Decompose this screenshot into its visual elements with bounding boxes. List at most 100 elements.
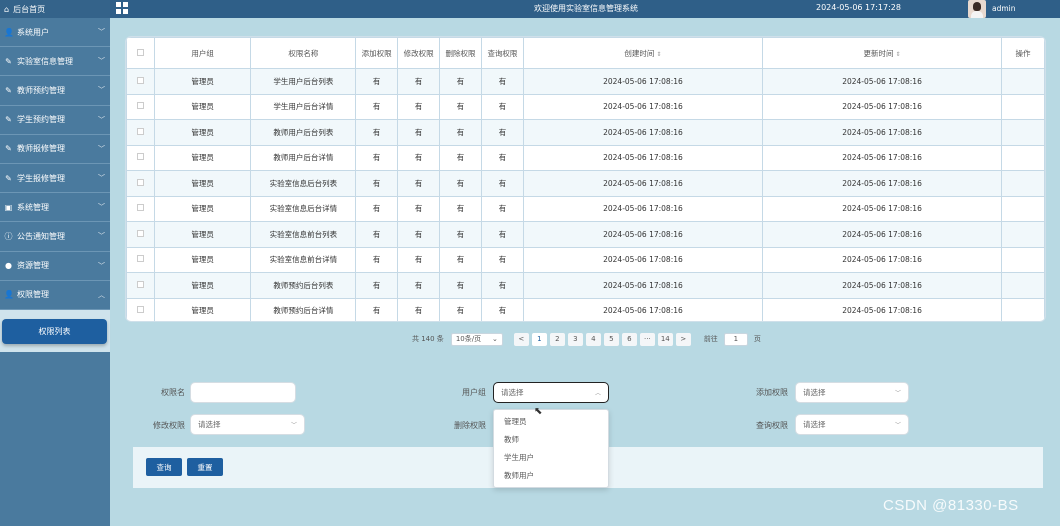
sidebar-item-2[interactable]: ✎ 教师预约管理 ﹀ (0, 76, 110, 106)
chevron-down-icon: ﹀ (98, 57, 105, 66)
row-actions-cell[interactable] (1001, 93, 1045, 120)
table-row[interactable]: 管理员 学生用户后台列表有有有有 2024-05-06 17:08:16 2024-0… (126, 68, 1045, 95)
table-row[interactable]: 管理员 教师用户后台列表有有有有 2024-05-06 17:08:16 2024-0… (126, 119, 1045, 146)
row-checkbox[interactable] (136, 178, 144, 186)
table-row[interactable]: 管理员 实验室信息后台详情有有有有 2024-05-06 17:08:16 2024-… (126, 195, 1045, 222)
row-actions-cell[interactable] (1001, 297, 1045, 321)
sidebar-item-label: 教师报修管理 (17, 144, 65, 154)
row-select-cell[interactable] (126, 272, 155, 299)
table-cell: 教师用户后台详情 (250, 144, 357, 171)
table-row[interactable]: 管理员 教师预约后台列表有有有有 2024-05-06 17:08:16 2024-0… (126, 272, 1045, 299)
dropdown-option[interactable]: 管理员 (494, 413, 608, 431)
dropdown-option[interactable]: 学生用户 (494, 449, 608, 467)
username[interactable]: admin (992, 4, 1016, 13)
table-cell: 有 (480, 272, 524, 299)
add-perm-select[interactable]: 请选择 ﹀ (795, 382, 909, 403)
page-button[interactable]: 2 (549, 332, 565, 346)
row-checkbox[interactable] (136, 204, 144, 212)
select-all-header[interactable] (126, 37, 155, 69)
page-button[interactable]: 14 (657, 332, 673, 346)
row-select-cell[interactable] (126, 68, 155, 95)
sidebar-item-permission-list[interactable]: 权限列表 (2, 318, 107, 344)
user-group-select[interactable]: 请选择 ︿ (493, 382, 609, 403)
page-button[interactable]: 4 (585, 332, 601, 346)
dropdown-option[interactable]: 教师 (494, 431, 608, 449)
page-button[interactable]: 5 (603, 332, 619, 346)
table-cell: 有 (480, 221, 524, 248)
sidebar-item-1[interactable]: ✎ 实验室信息管理 ﹀ (0, 47, 110, 77)
row-select-cell[interactable] (126, 246, 155, 273)
query-perm-select[interactable]: 请选择 ﹀ (795, 414, 909, 435)
row-actions-cell[interactable] (1001, 170, 1045, 197)
row-select-cell[interactable] (126, 195, 155, 222)
menu-grid-icon[interactable] (116, 2, 128, 14)
table-cell: 有 (397, 93, 441, 120)
page-button[interactable]: 6 (621, 332, 637, 346)
row-select-cell[interactable] (126, 93, 155, 120)
avatar[interactable] (968, 0, 986, 18)
goto-page-input[interactable]: 1 (723, 332, 748, 346)
table-row[interactable]: 管理员 教师用户后台详情有有有有 2024-05-06 17:08:16 2024-0… (126, 144, 1045, 171)
row-actions-cell[interactable] (1001, 221, 1045, 248)
perm-name-input[interactable] (190, 382, 296, 403)
row-actions-cell[interactable] (1001, 68, 1045, 95)
row-select-cell[interactable] (126, 119, 155, 146)
row-checkbox[interactable] (136, 280, 144, 288)
page-button[interactable]: 3 (567, 332, 583, 346)
reset-button[interactable]: 重置 (187, 458, 223, 476)
row-checkbox[interactable] (136, 127, 144, 135)
query-button[interactable]: 查询 (146, 458, 182, 476)
row-checkbox[interactable] (136, 102, 144, 110)
row-checkbox[interactable] (136, 306, 144, 314)
table-row[interactable]: 管理员 实验室信息前台列表有有有有 2024-05-06 17:08:16 2024-… (126, 221, 1045, 248)
table-row[interactable]: 管理员 学生用户后台详情有有有有 2024-05-06 17:08:16 2024-0… (126, 93, 1045, 120)
dropdown-option[interactable]: 教师用户 (494, 467, 608, 485)
row-checkbox[interactable] (136, 255, 144, 263)
column-header[interactable]: 更新时间 ⇕ (761, 37, 1003, 69)
row-select-cell[interactable] (126, 221, 155, 248)
sort-icon[interactable]: ⇕ (896, 51, 901, 58)
table-cell: 2024-05-06 17:08:16 (522, 297, 763, 321)
table-cell: 教师预约后台详情 (250, 297, 357, 321)
sidebar-item-7[interactable]: ⓘ 公告通知管理 ﹀ (0, 222, 110, 252)
column-header: 查询权限 (480, 37, 524, 69)
row-select-cell[interactable] (126, 144, 155, 171)
select-all-checkbox[interactable] (136, 48, 144, 56)
sidebar-item-5[interactable]: ✎ 学生报修管理 ﹀ (0, 164, 110, 194)
row-checkbox[interactable] (136, 76, 144, 84)
row-checkbox[interactable] (136, 153, 144, 161)
sidebar-item-6[interactable]: ▣ 系统管理 ﹀ (0, 193, 110, 223)
column-header-label: 修改权限 (403, 48, 434, 58)
next-page-button[interactable]: > (675, 332, 691, 346)
sidebar-home[interactable]: ⌂ 后台首页 (0, 0, 110, 18)
row-checkbox[interactable] (136, 229, 144, 237)
sidebar-item-8[interactable]: ● 资源管理 ﹀ (0, 252, 110, 281)
row-select-cell[interactable] (126, 297, 155, 321)
row-actions-cell[interactable] (1001, 195, 1045, 222)
page-button[interactable]: 1 (531, 332, 547, 346)
table-row[interactable]: 管理员 实验室信息后台列表有有有有 2024-05-06 17:08:16 2024-… (126, 170, 1045, 197)
edit-perm-select[interactable]: 请选择 ﹀ (190, 414, 305, 435)
sidebar-item-3[interactable]: ✎ 学生预约管理 ﹀ (0, 106, 110, 135)
sort-icon[interactable]: ⇕ (656, 51, 661, 58)
table-cell: 实验室信息后台详情 (250, 195, 357, 222)
edit-icon: ✎ (5, 56, 12, 66)
page-size-select[interactable]: 10条/页 ⌄ (450, 332, 503, 346)
sidebar-item-9[interactable]: 👤 权限管理 ︿ (0, 281, 110, 310)
table-cell: 有 (439, 297, 482, 321)
row-select-cell[interactable] (126, 170, 155, 197)
table-row[interactable]: 管理员 教师预约后台详情有有有有 2024-05-06 17:08:16 2024-0… (126, 297, 1045, 321)
table-cell: 有 (355, 272, 399, 299)
column-header[interactable]: 创建时间 ⇕ (522, 37, 763, 69)
sidebar-item-4[interactable]: ✎ 教师报修管理 ﹀ (0, 135, 110, 164)
table-cell: 有 (439, 119, 482, 146)
row-actions-cell[interactable] (1001, 144, 1045, 171)
row-actions-cell[interactable] (1001, 272, 1045, 299)
row-actions-cell[interactable] (1001, 119, 1045, 146)
sidebar-item-0[interactable]: 👤 系统用户 ﹀ (0, 18, 110, 48)
table-row[interactable]: 管理员 实验室信息前台详情有有有有 2024-05-06 17:08:16 2024-… (126, 246, 1045, 273)
row-actions-cell[interactable] (1001, 246, 1045, 273)
prev-page-button[interactable]: < (513, 332, 529, 346)
more-pages-button[interactable]: ··· (639, 332, 655, 346)
table-cell: 管理员 (153, 246, 252, 273)
